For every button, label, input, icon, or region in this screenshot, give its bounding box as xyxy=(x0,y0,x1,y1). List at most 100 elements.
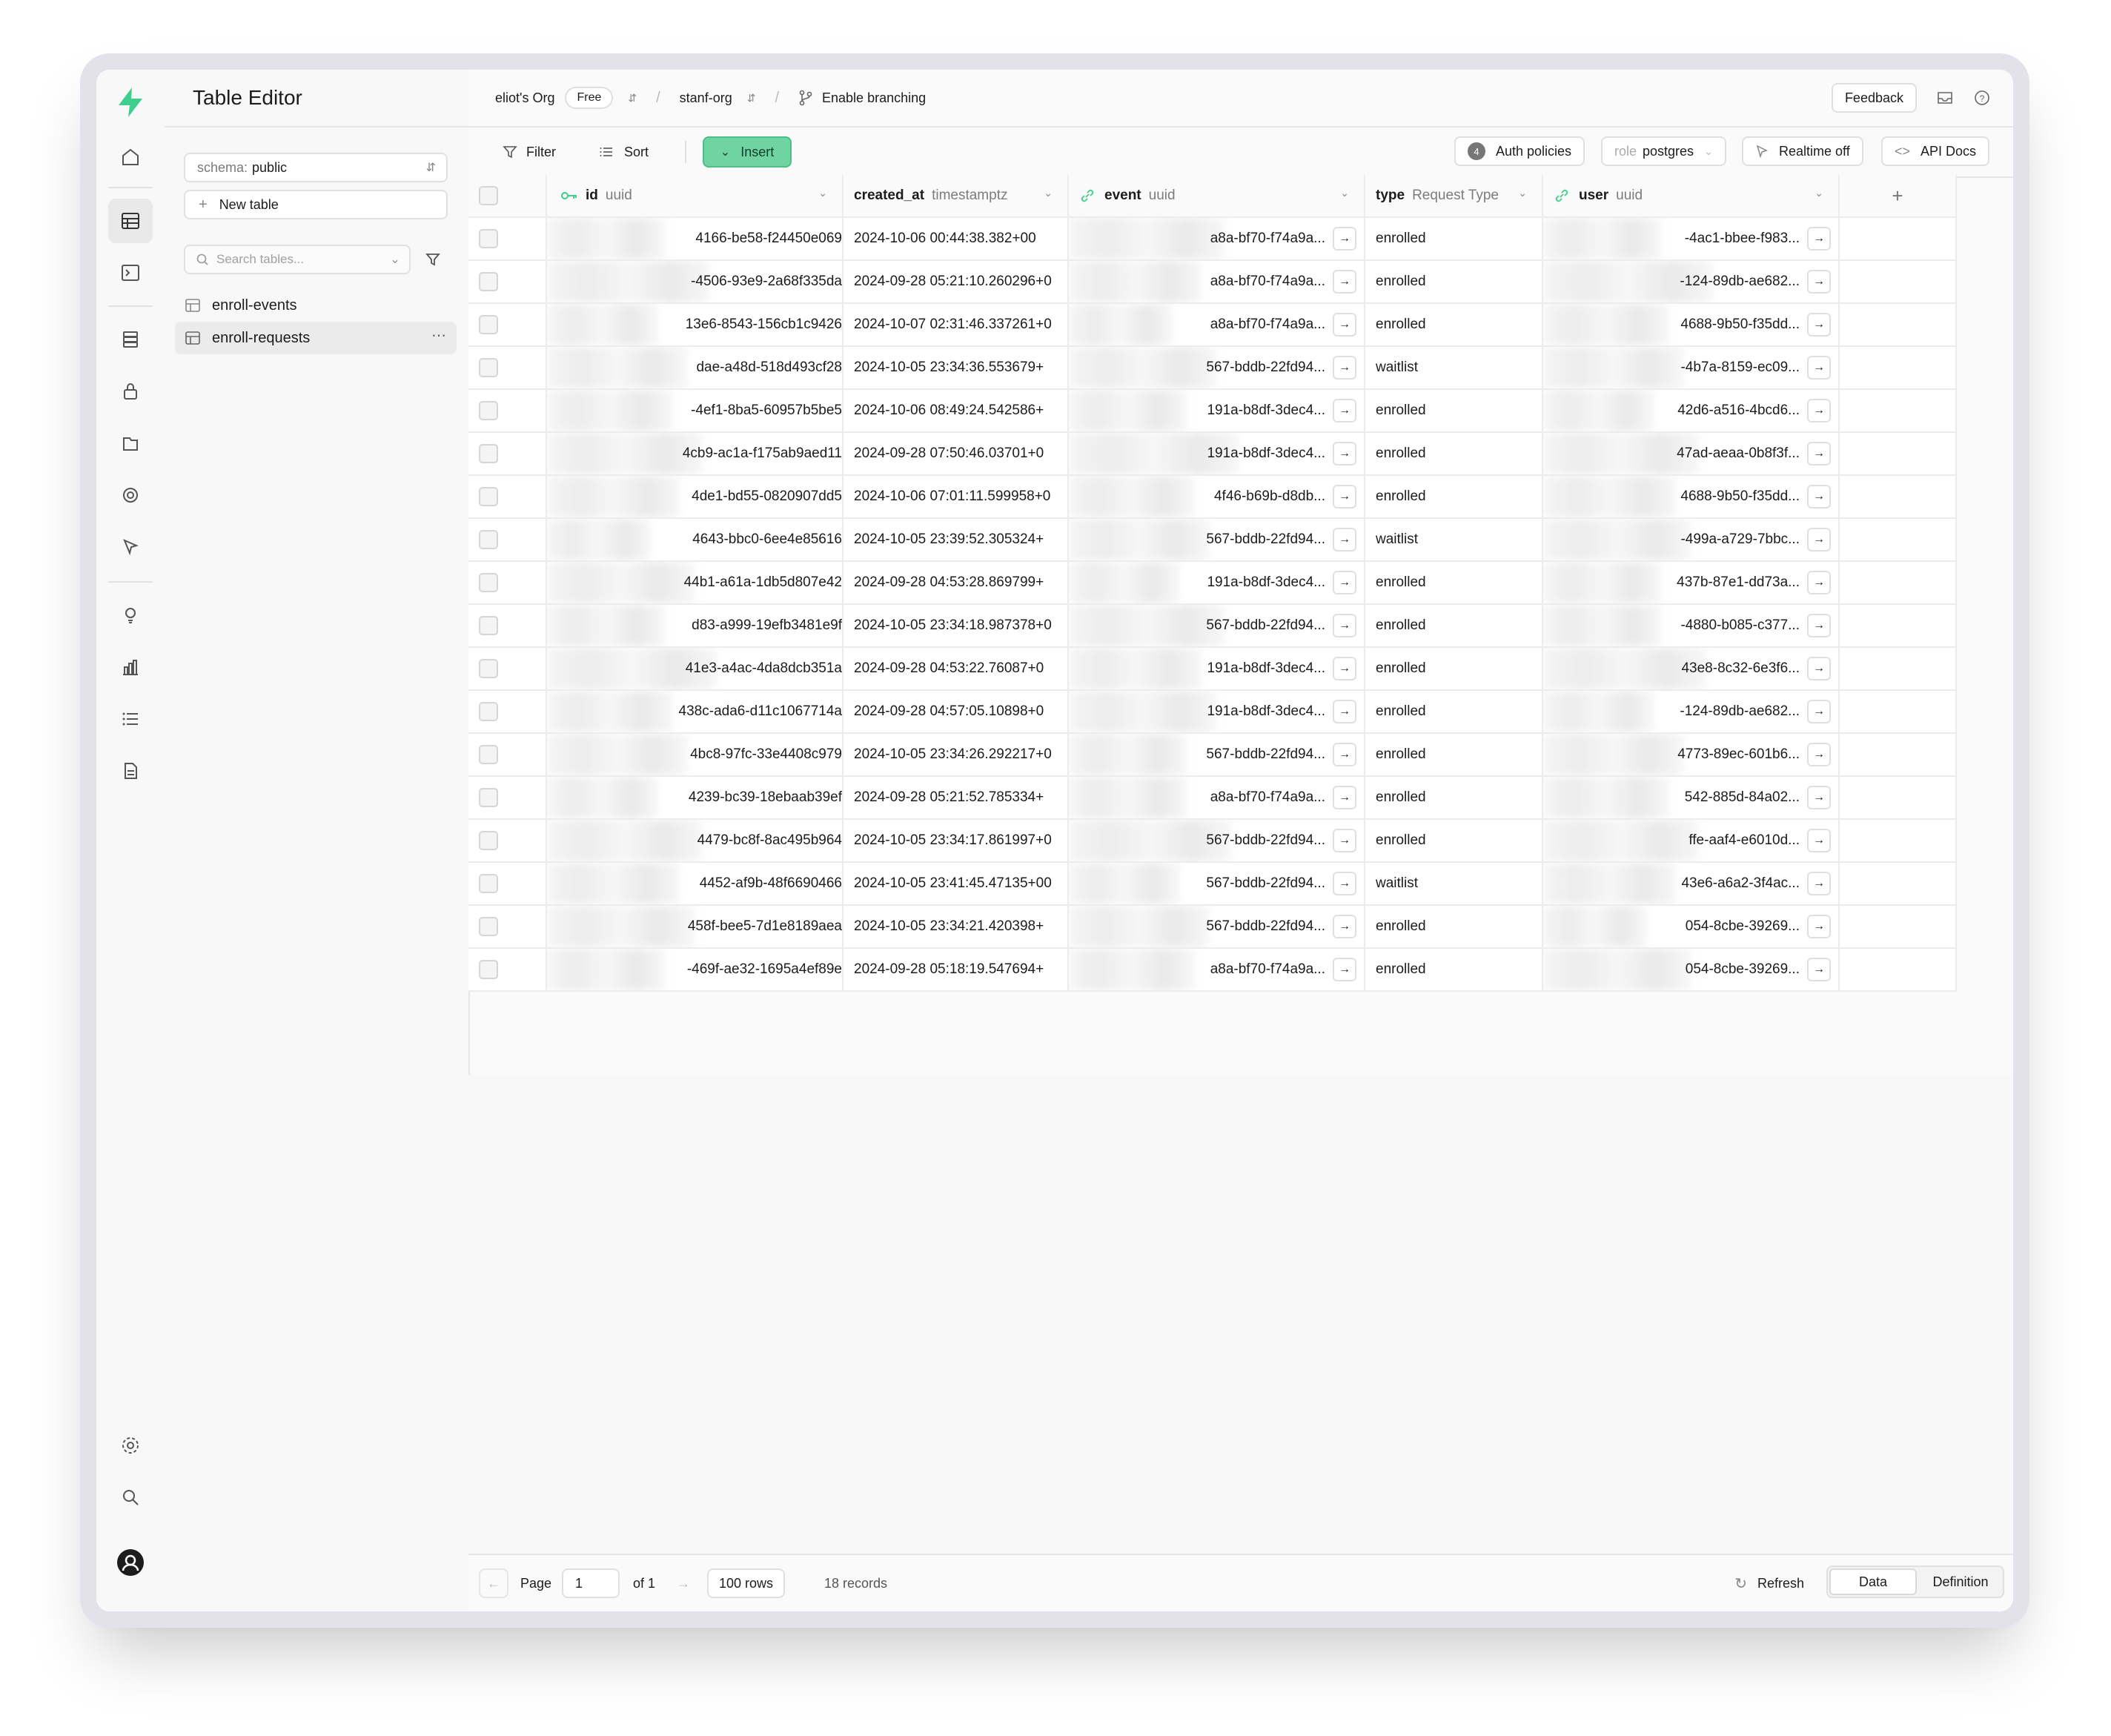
chevron-updown-icon[interactable]: ⇵ xyxy=(628,92,637,105)
open-reference-arrow-icon[interactable]: → xyxy=(1807,571,1831,594)
cell-event[interactable]: 4f46-b69b-d8db... → xyxy=(1069,476,1365,517)
sort-button[interactable]: Sort xyxy=(599,136,649,168)
add-column-plus-icon[interactable]: + xyxy=(1892,185,1903,208)
row-checkbox[interactable] xyxy=(479,444,498,463)
open-reference-arrow-icon[interactable]: → xyxy=(1333,356,1356,380)
cell-event[interactable]: 191a-b8df-3dec4... → xyxy=(1069,691,1365,732)
cell-created-at[interactable]: 2024-09-28 05:21:10.260296+0 xyxy=(844,261,1069,302)
cell-event[interactable]: 567-bddb-22fd94... → xyxy=(1069,906,1365,947)
cell-created-at[interactable]: 2024-09-28 07:50:46.03701+0 xyxy=(844,433,1069,474)
cell-type[interactable]: enrolled xyxy=(1365,261,1543,302)
logs-list-icon[interactable] xyxy=(108,697,153,741)
open-reference-arrow-icon[interactable]: → xyxy=(1807,614,1831,637)
open-reference-arrow-icon[interactable]: → xyxy=(1333,227,1356,251)
cell-user[interactable]: 542-885d-84a02... → xyxy=(1543,777,1840,818)
table-row[interactable]: 41e3-a4ac-4da8dcb351a 2024-09-28 04:53:22… xyxy=(468,648,1957,691)
chevron-updown-icon[interactable]: ⇵ xyxy=(747,92,756,105)
table-row[interactable]: 438c-ada6-d11c1067714a 2024-09-28 04:57:0… xyxy=(468,691,1957,734)
table-row[interactable]: 4452-af9b-48f6690466 2024-10-05 23:41:45.… xyxy=(468,863,1957,906)
home-icon[interactable] xyxy=(108,135,153,179)
table-row[interactable]: d83-a999-19efb3481e9f 2024-10-05 23:34:18… xyxy=(468,605,1957,648)
feedback-button[interactable]: Feedback xyxy=(1831,83,1917,113)
row-checkbox[interactable] xyxy=(479,487,498,506)
realtime-toggle-button[interactable]: Realtime off xyxy=(1742,136,1863,166)
insert-button[interactable]: ⌄ Insert xyxy=(703,136,792,168)
open-reference-arrow-icon[interactable]: → xyxy=(1333,829,1356,852)
cell-user[interactable]: -4ac1-bbee-f983... → xyxy=(1543,218,1840,259)
cell-event[interactable]: a8a-bf70-f74a9a... → xyxy=(1069,777,1365,818)
table-row[interactable]: 4479-bc8f-8ac495b964 2024-10-05 23:34:17.… xyxy=(468,820,1957,863)
table-row[interactable]: 458f-bee5-7d1e8189aea 2024-10-05 23:34:21… xyxy=(468,906,1957,949)
cell-id[interactable]: 13e6-8543-156cb1c9426 xyxy=(547,304,844,345)
role-select[interactable]: role postgres ⌄ xyxy=(1601,136,1726,166)
sql-editor-icon[interactable] xyxy=(108,251,153,295)
cell-user[interactable]: -124-89db-ae682... → xyxy=(1543,261,1840,302)
auth-lock-icon[interactable] xyxy=(108,369,153,414)
row-checkbox[interactable] xyxy=(479,874,498,893)
chevron-down-icon[interactable]: ⌄ xyxy=(818,187,827,199)
cell-id[interactable]: 4452-af9b-48f6690466 xyxy=(547,863,844,904)
cell-created-at[interactable]: 2024-10-06 07:01:11.599958+0 xyxy=(844,476,1069,517)
open-reference-arrow-icon[interactable]: → xyxy=(1807,399,1831,423)
open-reference-arrow-icon[interactable]: → xyxy=(1333,270,1356,294)
cell-type[interactable]: enrolled xyxy=(1365,734,1543,775)
realtime-icon[interactable] xyxy=(108,473,153,517)
cell-event[interactable]: 191a-b8df-3dec4... → xyxy=(1069,390,1365,431)
cell-type[interactable]: enrolled xyxy=(1365,949,1543,990)
cell-user[interactable]: 054-8cbe-39269... → xyxy=(1543,949,1840,990)
api-docs-button[interactable]: <> API Docs xyxy=(1881,136,1990,166)
open-reference-arrow-icon[interactable]: → xyxy=(1333,743,1356,766)
open-reference-arrow-icon[interactable]: → xyxy=(1333,571,1356,594)
table-row[interactable]: 13e6-8543-156cb1c9426 2024-10-07 02:31:46… xyxy=(468,304,1957,347)
row-checkbox[interactable] xyxy=(479,401,498,420)
open-reference-arrow-icon[interactable]: → xyxy=(1333,442,1356,466)
cell-type[interactable]: waitlist xyxy=(1365,863,1543,904)
open-reference-arrow-icon[interactable]: → xyxy=(1807,958,1831,981)
filter-tables-button[interactable] xyxy=(418,245,448,274)
supabase-logo-icon[interactable] xyxy=(108,80,153,125)
page-number-input[interactable]: 1 xyxy=(562,1568,620,1598)
open-reference-arrow-icon[interactable]: → xyxy=(1807,915,1831,938)
more-options-icon[interactable]: ⋯ xyxy=(431,326,446,345)
cell-type[interactable]: enrolled xyxy=(1365,433,1543,474)
advisors-lightbulb-icon[interactable] xyxy=(108,593,153,637)
auth-policies-button[interactable]: 4 Auth policies xyxy=(1454,136,1585,166)
cell-event[interactable]: 567-bddb-22fd94... → xyxy=(1069,347,1365,388)
cell-event[interactable]: a8a-bf70-f74a9a... → xyxy=(1069,218,1365,259)
column-header-created-at[interactable]: created_at timestamptz ⌄ xyxy=(844,175,1069,216)
settings-gear-icon[interactable] xyxy=(108,1423,153,1468)
cell-created-at[interactable]: 2024-10-05 23:34:18.987378+0 xyxy=(844,605,1069,646)
table-row[interactable]: -4ef1-8ba5-60957b5be5 2024-10-06 08:49:24… xyxy=(468,390,1957,433)
cell-id[interactable]: 4239-bc39-18ebaab39ef xyxy=(547,777,844,818)
rows-per-page-select[interactable]: 100 rows xyxy=(707,1568,786,1598)
cell-event[interactable]: 567-bddb-22fd94... → xyxy=(1069,605,1365,646)
cell-user[interactable]: 43e8-8c32-6e3f6... → xyxy=(1543,648,1840,689)
table-editor-icon[interactable] xyxy=(108,199,153,243)
cell-type[interactable]: enrolled xyxy=(1365,820,1543,861)
refresh-button[interactable]: ↻ Refresh xyxy=(1734,1568,1804,1598)
cell-event[interactable]: a8a-bf70-f74a9a... → xyxy=(1069,949,1365,990)
cell-user[interactable]: 42d6-a516-4bcd6... → xyxy=(1543,390,1840,431)
open-reference-arrow-icon[interactable]: → xyxy=(1333,700,1356,723)
cell-type[interactable]: enrolled xyxy=(1365,562,1543,603)
cell-id[interactable]: 44b1-a61a-1db5d807e42 xyxy=(547,562,844,603)
column-header-event[interactable]: event uuid ⌄ xyxy=(1069,175,1365,216)
table-row[interactable]: -469f-ae32-1695a4ef89e 2024-09-28 05:18:1… xyxy=(468,949,1957,992)
cell-type[interactable]: waitlist xyxy=(1365,347,1543,388)
cell-id[interactable]: 438c-ada6-d11c1067714a xyxy=(547,691,844,732)
open-reference-arrow-icon[interactable]: → xyxy=(1333,614,1356,637)
open-reference-arrow-icon[interactable]: → xyxy=(1807,313,1831,337)
table-row[interactable]: dae-a48d-518d493cf28 2024-10-05 23:34:36.… xyxy=(468,347,1957,390)
cell-type[interactable]: enrolled xyxy=(1365,605,1543,646)
cell-user[interactable]: -124-89db-ae682... → xyxy=(1543,691,1840,732)
org-name[interactable]: eliot's Org xyxy=(495,90,554,106)
cell-id[interactable]: dae-a48d-518d493cf28 xyxy=(547,347,844,388)
prev-page-arrow-icon[interactable]: ← xyxy=(479,1568,508,1598)
select-all-checkbox[interactable] xyxy=(479,186,498,205)
api-docs-file-icon[interactable] xyxy=(108,749,153,793)
open-reference-arrow-icon[interactable]: → xyxy=(1333,485,1356,508)
cell-created-at[interactable]: 2024-09-28 05:21:52.785334+ xyxy=(844,777,1069,818)
chevron-down-icon[interactable]: ⌄ xyxy=(1815,187,1823,199)
table-row[interactable]: 4bc8-97fc-33e4408c979 2024-10-05 23:34:26… xyxy=(468,734,1957,777)
next-page-arrow-icon[interactable]: → xyxy=(669,1568,698,1598)
